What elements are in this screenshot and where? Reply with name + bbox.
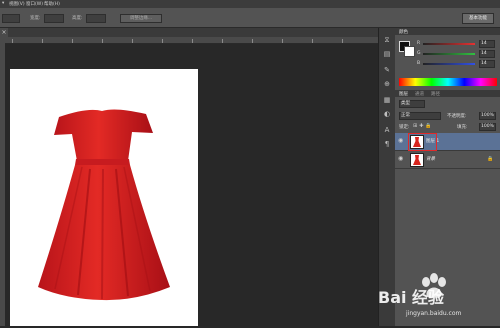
lock-icon: 🔒 — [487, 156, 494, 162]
green-label: G — [417, 51, 421, 56]
tab-color[interactable]: 颜色 — [399, 29, 408, 35]
type-icon[interactable]: A — [382, 126, 392, 134]
adjustments-icon[interactable]: ◐ — [382, 110, 392, 118]
menu-item-help[interactable]: 帮助(H) — [44, 1, 60, 7]
red-slider-track[interactable] — [423, 43, 475, 45]
watermark-url: jingyan.baidu.com — [406, 310, 462, 317]
blue-label: B — [417, 61, 421, 66]
color-spectrum-bar[interactable] — [399, 78, 497, 86]
height-field[interactable] — [86, 14, 106, 23]
menu-bar: ▾ 视图(V) 窗口(W) 帮助(H) — [0, 0, 500, 8]
red-label: R — [417, 41, 421, 46]
width-label: 宽度: — [30, 16, 41, 21]
brush-icon[interactable]: ✎ — [382, 66, 392, 74]
document-canvas[interactable] — [10, 69, 198, 326]
opacity-label: 不透明度: — [447, 114, 467, 119]
close-icon[interactable]: × — [0, 28, 8, 37]
options-bar: 宽度: 高度: 调整边缘... 基本功能 — [0, 8, 500, 28]
watermark-brand: Bai 经验 — [378, 288, 445, 307]
menu-item-view[interactable]: 视图(V) — [9, 1, 25, 7]
layer-name[interactable]: 背景 — [426, 156, 435, 162]
red-slider[interactable]: R 14 — [417, 40, 497, 48]
document-tab-bar: × — [0, 28, 380, 37]
layer-row-background[interactable]: ◉ 背景 🔒 — [395, 151, 500, 169]
height-label: 高度: — [72, 16, 83, 21]
menu-item-truncated[interactable]: ▾ — [2, 1, 4, 6]
tab-channels[interactable]: 通道 — [415, 91, 424, 97]
tab-layers[interactable]: 图层 — [399, 91, 408, 97]
baidu-jingyan-watermark: Bai 经验 jingyan.baidu.com — [368, 268, 500, 326]
green-slider-track[interactable] — [423, 53, 475, 55]
workspace-switcher[interactable]: 基本功能 — [462, 13, 494, 24]
horizontal-ruler — [0, 37, 380, 44]
paragraph-icon[interactable]: ¶ — [382, 140, 392, 148]
visibility-eye-icon[interactable]: ◉ — [398, 156, 406, 162]
swatches-icon[interactable]: ▦ — [382, 96, 392, 104]
fill-field[interactable]: 100% — [479, 123, 496, 131]
layers-panel-tabs: 图层 通道 路径 — [395, 90, 500, 97]
properties-icon[interactable]: ▤ — [382, 50, 392, 58]
blue-value[interactable]: 14 — [479, 60, 495, 68]
layer-row-layer-1[interactable]: ◉ 图层 1 — [395, 133, 500, 151]
green-value[interactable]: 14 — [479, 50, 495, 58]
green-slider[interactable]: G 14 — [417, 50, 497, 58]
tool-preset-field[interactable] — [2, 14, 20, 23]
tab-paths[interactable]: 路径 — [431, 91, 440, 97]
blue-slider-track[interactable] — [423, 63, 475, 65]
width-field[interactable] — [44, 14, 64, 23]
refine-edge-button[interactable]: 调整边缘... — [120, 14, 162, 23]
history-icon[interactable]: ⧖ — [382, 36, 392, 44]
blend-mode-value: 正常 — [401, 113, 410, 118]
layer-thumbnail — [410, 153, 424, 167]
background-color-swatch[interactable] — [404, 46, 415, 57]
highlight-box — [408, 133, 437, 151]
visibility-eye-icon[interactable]: ◉ — [398, 138, 406, 144]
menu-item-window[interactable]: 窗口(W) — [26, 1, 43, 7]
color-panel-tabs: 颜色 — [395, 28, 500, 35]
clone-source-icon[interactable]: ⊕ — [382, 80, 392, 88]
blend-mode-dropdown[interactable]: 正常 — [399, 112, 441, 120]
layer-filter-value: 类型 — [401, 101, 410, 106]
blue-slider[interactable]: B 14 — [417, 60, 497, 68]
lock-label: 锁定: — [399, 125, 410, 130]
layer-filter-dropdown[interactable]: 类型 — [399, 100, 425, 108]
fill-label: 填充: — [457, 125, 468, 130]
red-dress-image — [38, 109, 170, 301]
opacity-field[interactable]: 100% — [479, 112, 496, 120]
red-value[interactable]: 14 — [479, 40, 495, 48]
lock-icons[interactable]: ⊞✚🔒 — [413, 123, 434, 129]
